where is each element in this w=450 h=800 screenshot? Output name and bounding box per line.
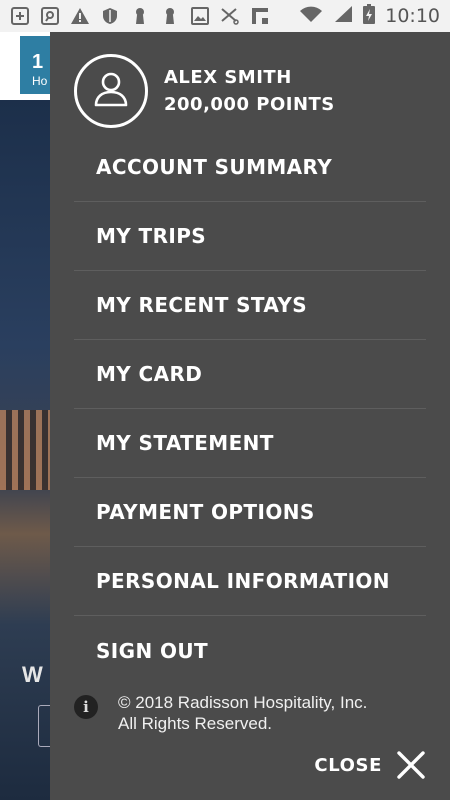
background-badge: 1 Ho [20,36,54,94]
menu-item-account-summary[interactable]: ACCOUNT SUMMARY [74,132,426,202]
image-icon [190,6,210,26]
copyright-text: © 2018 Radisson Hospitality, Inc. All Ri… [118,693,368,733]
drawer-menu: ACCOUNT SUMMARY MY TRIPS MY RECENT STAYS… [74,132,426,685]
navigation-drawer: ALEX SMITH 200,000 POINTS ACCOUNT SUMMAR… [50,32,450,800]
menu-item-sign-out[interactable]: SIGN OUT [74,616,426,685]
status-bar: 10:10 [0,0,450,32]
menu-item-personal-information[interactable]: PERSONAL INFORMATION [74,547,426,616]
wifi-icon [299,5,323,28]
keyhole-icon [130,6,150,26]
add-box-icon [10,6,30,26]
profile-text: ALEX SMITH 200,000 POINTS [164,64,335,118]
menu-item-my-card[interactable]: MY CARD [74,340,426,409]
menu-item-my-statement[interactable]: MY STATEMENT [74,409,426,478]
points-balance: 200,000 POINTS [164,94,335,115]
search-app-icon [40,6,60,26]
signal-icon [333,5,353,28]
user-name: ALEX SMITH [164,67,292,88]
avatar [74,54,148,128]
close-icon [396,750,426,780]
warning-icon [70,6,90,26]
close-label: CLOSE [314,754,382,776]
shield-icon [100,6,120,26]
info-icon[interactable]: i [74,695,98,719]
profile-header: ALEX SMITH 200,000 POINTS [74,54,335,128]
user-icon [91,69,131,114]
flipboard-icon [250,6,270,26]
notification-icons [0,6,270,26]
battery-charging-icon [363,3,376,29]
scissors-icon [220,6,240,26]
copyright-footer: i © 2018 Radisson Hospitality, Inc. All … [74,692,367,734]
close-button[interactable]: CLOSE [314,750,426,780]
background-welcome-text: W [22,662,43,687]
system-icons: 10:10 [299,3,450,29]
menu-item-payment-options[interactable]: PAYMENT OPTIONS [74,478,426,547]
keyhole-icon [160,6,180,26]
clock: 10:10 [385,5,440,27]
menu-item-my-trips[interactable]: MY TRIPS [74,202,426,271]
menu-item-my-recent-stays[interactable]: MY RECENT STAYS [74,271,426,340]
